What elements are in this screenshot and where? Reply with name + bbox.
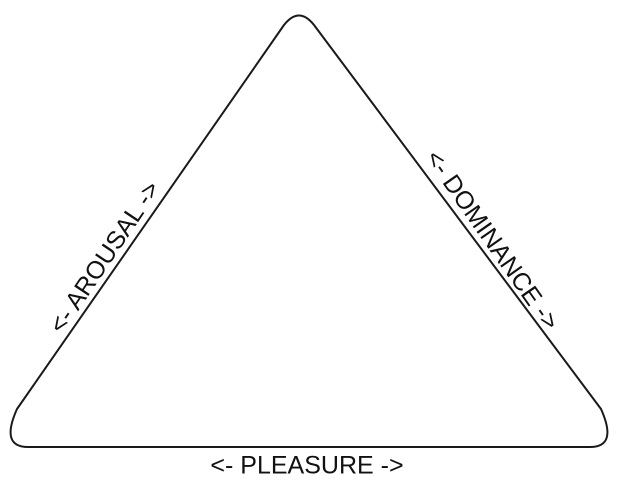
dominance-label: <- DOMINANCE -> (420, 145, 565, 335)
arousal-label: <- AROUSAL -> (44, 176, 166, 338)
pad-triangle-diagram: <- AROUSAL -> <- DOMINANCE -> <- PLEASUR… (9, 14, 609, 480)
triangle-outline (9, 14, 609, 448)
pleasure-label: <- PLEASURE -> (210, 452, 403, 480)
